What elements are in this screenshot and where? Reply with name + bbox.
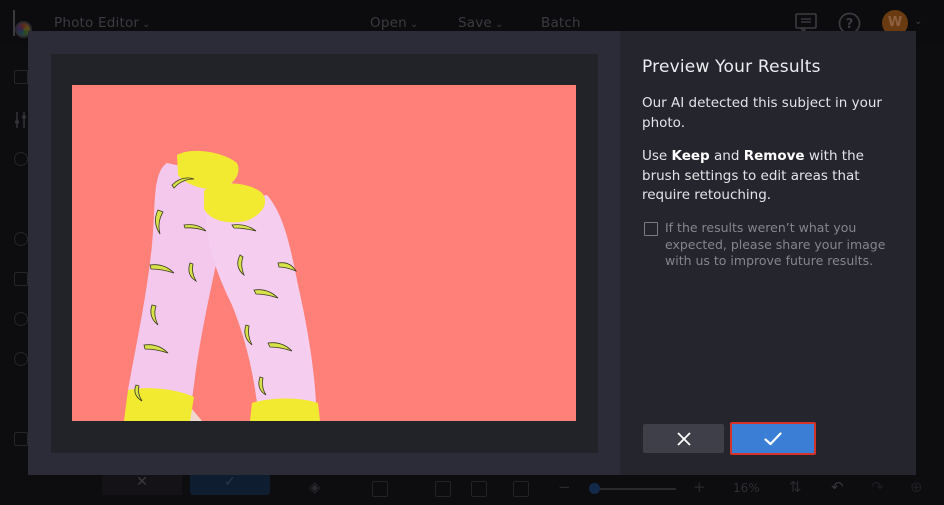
dialog-instructions: Use Keep and Remove with the brush setti…: [642, 147, 897, 206]
graphics-icon[interactable]: [14, 312, 28, 326]
dialog-intro-text: Our AI detected this subject in your pho…: [642, 95, 882, 131]
bottom-apply-button[interactable]: ✓: [190, 475, 270, 495]
swap-icon[interactable]: ⇅: [789, 478, 802, 496]
fit-icon[interactable]: [435, 481, 451, 497]
keep-keyword: Keep: [671, 148, 710, 164]
zoom-out-icon[interactable]: −: [558, 478, 571, 496]
zoom-in-icon[interactable]: +: [693, 478, 706, 496]
remove-keyword: Remove: [743, 148, 805, 164]
menu-open[interactable]: Open ⌄: [370, 15, 418, 31]
cutout-icon[interactable]: [14, 352, 28, 366]
menu-open-label: Open: [370, 15, 407, 31]
instructions-middle: and: [709, 148, 744, 164]
redo-icon[interactable]: ↷: [871, 478, 884, 496]
canvas-icon[interactable]: [14, 432, 28, 446]
zoom-slider-track[interactable]: [594, 488, 676, 490]
feedback-checkbox-label[interactable]: If the results weren’t what you expected…: [665, 220, 900, 270]
zoom-level: 16%: [733, 481, 760, 495]
history-icon[interactable]: ⊕: [910, 478, 923, 496]
frames-icon[interactable]: [14, 232, 28, 246]
touch-up-icon[interactable]: [14, 192, 28, 206]
svg-text:?: ?: [846, 17, 854, 32]
compare-icon[interactable]: [372, 481, 388, 497]
app-title-menu[interactable]: Photo Editor ⌄: [54, 15, 151, 31]
menu-batch[interactable]: Batch: [541, 15, 581, 31]
adjust-sliders-icon[interactable]: [14, 112, 28, 128]
photo-editor-app: Photo Editor⌄ Open⌄ Save⌄ Batch ? W ⌄: [0, 0, 944, 505]
draw-icon[interactable]: [14, 392, 28, 406]
menu-save[interactable]: Save ⌄: [458, 15, 504, 31]
app-title: Photo Editor: [54, 15, 140, 31]
effects-icon[interactable]: [14, 152, 28, 166]
actual-size-icon[interactable]: [471, 481, 487, 497]
chevron-down-icon[interactable]: ⌄: [914, 16, 922, 27]
left-toolbar: [0, 46, 28, 505]
layers-icon[interactable]: ◈: [309, 478, 321, 496]
instructions-prefix: Use: [642, 148, 672, 164]
expand-icon[interactable]: [513, 481, 529, 497]
dialog-title: Preview Your Results: [642, 57, 821, 77]
zoom-slider-thumb[interactable]: [589, 483, 600, 494]
crop-tool-icon[interactable]: [14, 70, 28, 84]
undo-icon[interactable]: ↶: [831, 478, 844, 496]
preview-image: [72, 85, 576, 421]
menu-batch-label: Batch: [541, 15, 581, 31]
text-icon[interactable]: [14, 272, 28, 286]
check-icon: [764, 431, 782, 445]
chevron-down-icon: ⌄: [142, 19, 151, 30]
cancel-button[interactable]: [643, 424, 724, 453]
chevron-down-icon: ⌄: [494, 19, 504, 30]
bottom-cancel-button[interactable]: ✕: [102, 475, 182, 495]
menu-save-label: Save: [458, 15, 492, 31]
close-icon: [676, 431, 691, 446]
feedback-checkbox[interactable]: [644, 222, 658, 236]
confirm-button[interactable]: [730, 422, 816, 455]
chevron-down-icon: ⌄: [409, 19, 419, 30]
